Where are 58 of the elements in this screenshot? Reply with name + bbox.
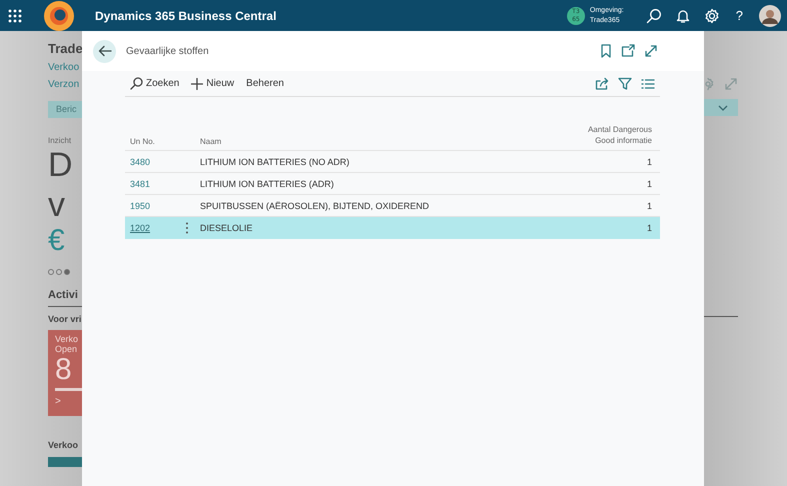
filter-icon[interactable]	[618, 77, 632, 90]
table-cell: SPUITBUSSEN (AËROSOLEN), BIJTEND, OXIDEREND	[200, 200, 430, 210]
expand-icon[interactable]	[644, 44, 658, 58]
search-icon[interactable]	[646, 8, 662, 24]
app-logo-icon	[44, 0, 74, 30]
tile-count: 8	[55, 354, 72, 386]
group-title: Voor vri	[48, 314, 82, 324]
column-header[interactable]: Naam	[194, 137, 582, 146]
manage-button[interactable]: Beheren	[240, 78, 290, 89]
page-title: Trade	[48, 41, 82, 58]
carousel-dot[interactable]	[64, 269, 70, 275]
column-header[interactable]: Aantal Dangerous Good informatie	[582, 124, 660, 146]
tile-strip	[48, 457, 82, 467]
amount-text: €	[48, 225, 65, 257]
table-cell: 1	[646, 156, 652, 166]
table-row[interactable]: 3481 LITHIUM ION BATTERIES (ADR) 1	[125, 173, 660, 195]
un-number-link[interactable]: 1202	[130, 222, 150, 232]
table-cell: LITHIUM ION BATTERIES (ADR)	[200, 178, 334, 188]
open-in-new-window-icon[interactable]	[621, 44, 635, 58]
table-cell: 1	[646, 222, 652, 232]
tile-label: Open	[55, 344, 78, 354]
share-icon[interactable]	[595, 77, 609, 90]
insight-caption: Inzicht	[48, 136, 72, 145]
table-cell: 1	[646, 200, 652, 210]
headline-text: D	[48, 145, 73, 185]
un-number-link[interactable]: 1950	[130, 200, 150, 210]
un-number-link[interactable]: 3480	[130, 156, 150, 166]
selected-row[interactable]: 1202 DIESELOLIE 1	[125, 217, 660, 239]
column-header[interactable]: Un No.	[125, 137, 180, 146]
user-avatar[interactable]	[759, 4, 781, 26]
new-button[interactable]: Nieuw	[185, 78, 240, 90]
un-number-link[interactable]: 3481	[130, 178, 150, 188]
settings-icon[interactable]	[704, 8, 720, 24]
carousel-dot[interactable]	[48, 269, 54, 275]
search-icon	[130, 77, 143, 90]
app-title: Dynamics 365 Business Central	[95, 8, 276, 22]
group-title: Verkoo	[48, 440, 78, 450]
app-launcher-icon[interactable]	[8, 8, 22, 22]
more-options-icon[interactable]	[185, 222, 189, 234]
plus-icon	[191, 78, 204, 90]
tile-arrow: >	[55, 396, 61, 407]
bookmark-icon[interactable]	[600, 44, 612, 58]
help-button[interactable]: ?	[734, 8, 745, 23]
headline-text: v	[48, 185, 65, 225]
table-row[interactable]: 3480 LITHIUM ION BATTERIES (NO ADR) 1	[125, 151, 660, 173]
cue-tile[interactable]: Verko Open 8 >	[48, 330, 82, 416]
back-arrow-icon	[98, 45, 112, 57]
tile-label: Verko	[55, 334, 78, 344]
bell-icon[interactable]	[676, 8, 690, 24]
carousel-dot[interactable]	[56, 269, 62, 275]
back-button[interactable]	[93, 40, 116, 62]
table-cell: LITHIUM ION BATTERIES (NO ADR)	[200, 156, 350, 166]
chevron-down-icon[interactable]	[718, 104, 728, 110]
table-cell: DIESELOLIE	[200, 222, 253, 232]
list-icon[interactable]	[641, 78, 655, 90]
dialog-title: Gevaarlijke stoffen	[126, 46, 209, 56]
table-cell: 1	[646, 178, 652, 188]
search-button[interactable]: Zoeken	[125, 77, 186, 90]
